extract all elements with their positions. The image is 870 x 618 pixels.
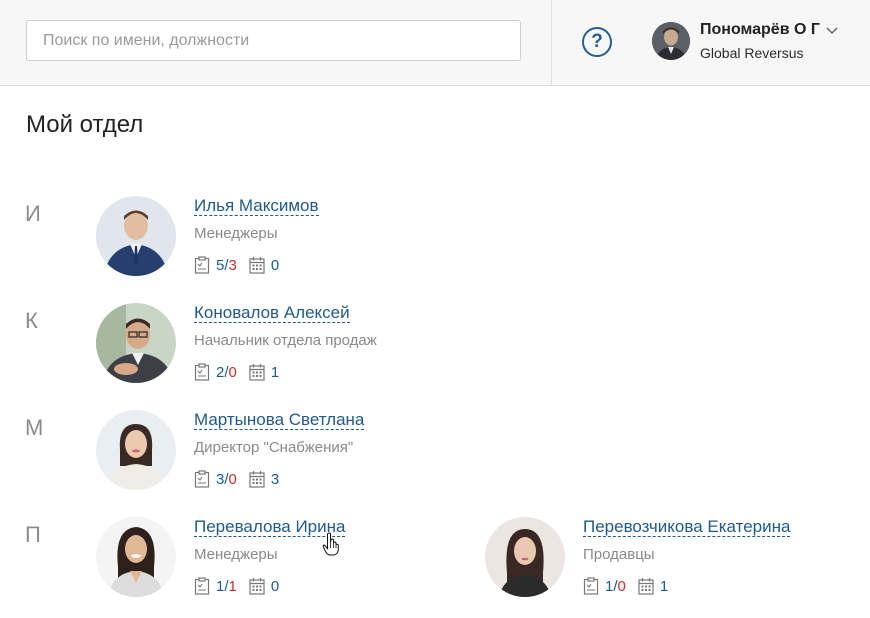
group-letter: П [25, 522, 41, 547]
calendar-icon [249, 577, 265, 595]
page-title: Мой отдел [26, 111, 144, 138]
clipboard-icon [583, 577, 599, 595]
user-name: Пономарёв О Г [700, 21, 820, 38]
employee-stats: 1/1 0 [194, 577, 279, 595]
employee-avatar[interactable] [96, 196, 176, 276]
tasks-overdue-count[interactable]: 0 [618, 578, 626, 595]
employee-role: Менеджеры [194, 546, 278, 563]
group-letter: И [25, 201, 41, 226]
tasks-done-count[interactable]: 1 [216, 578, 224, 595]
employee-name-link[interactable]: Перевозчикова Екатерина [583, 517, 791, 537]
clipboard-icon [194, 363, 210, 381]
employee-name-link[interactable]: Коновалов Алексей [194, 303, 350, 323]
user-menu[interactable]: Пономарёв О Г Global Reversus [652, 20, 852, 64]
employee-avatar[interactable] [96, 517, 176, 597]
tasks-overdue-count[interactable]: 0 [229, 364, 237, 381]
employee-role: Менеджеры [194, 225, 278, 242]
events-count[interactable]: 1 [271, 364, 279, 381]
group-letter: М [25, 415, 44, 440]
events-count[interactable]: 3 [271, 471, 279, 488]
employee-card: Перевозчикова Екатерина Продавцы 1/0 1 [485, 517, 865, 599]
user-company: Global Reversus [700, 45, 804, 61]
hand-pointer-icon [322, 532, 340, 556]
tasks-done-count[interactable]: 3 [216, 471, 224, 488]
tasks-overdue-count[interactable]: 1 [229, 578, 237, 595]
clipboard-icon [194, 470, 210, 488]
employee-stats: 5/3 0 [194, 256, 279, 274]
group-letter: К [25, 308, 38, 333]
search-input[interactable] [26, 20, 521, 61]
events-count[interactable]: 0 [271, 257, 279, 274]
calendar-icon [638, 577, 654, 595]
employee-stats: 1/0 1 [583, 577, 668, 595]
tasks-done-count[interactable]: 5 [216, 257, 224, 274]
calendar-icon [249, 256, 265, 274]
user-avatar [652, 22, 690, 60]
tasks-overdue-count[interactable]: 3 [229, 257, 237, 274]
calendar-icon [249, 470, 265, 488]
events-count[interactable]: 0 [271, 578, 279, 595]
tasks-done-count[interactable]: 1 [605, 578, 613, 595]
help-icon[interactable]: ? [582, 27, 612, 57]
employee-stats: 2/0 1 [194, 363, 279, 381]
employee-name-link[interactable]: Мартынова Светлана [194, 410, 365, 430]
calendar-icon [249, 363, 265, 381]
clipboard-icon [194, 256, 210, 274]
chevron-down-icon[interactable] [826, 23, 838, 39]
employee-card: Илья Максимов Менеджеры 5/3 0 [96, 196, 476, 278]
employee-role: Директор "Снабжения" [194, 439, 354, 456]
employee-avatar[interactable] [485, 517, 565, 597]
header-divider [551, 0, 552, 86]
employee-name-link[interactable]: Илья Максимов [194, 196, 319, 216]
events-count[interactable]: 1 [660, 578, 668, 595]
employee-avatar[interactable] [96, 303, 176, 383]
employee-avatar[interactable] [96, 410, 176, 490]
tasks-overdue-count[interactable]: 0 [229, 471, 237, 488]
top-bar: ? Пономарёв О Г Global Reversus [0, 0, 870, 86]
employee-card: Коновалов Алексей Начальник отдела прода… [96, 303, 476, 385]
employee-stats: 3/0 3 [194, 470, 279, 488]
employee-role: Продавцы [583, 546, 655, 563]
employee-card: Перевалова Ирина Менеджеры 1/1 0 [96, 517, 476, 599]
tasks-done-count[interactable]: 2 [216, 364, 224, 381]
clipboard-icon [194, 577, 210, 595]
employee-role: Начальник отдела продаж [194, 332, 377, 349]
employee-card: Мартынова Светлана Директор "Снабжения" … [96, 410, 476, 492]
